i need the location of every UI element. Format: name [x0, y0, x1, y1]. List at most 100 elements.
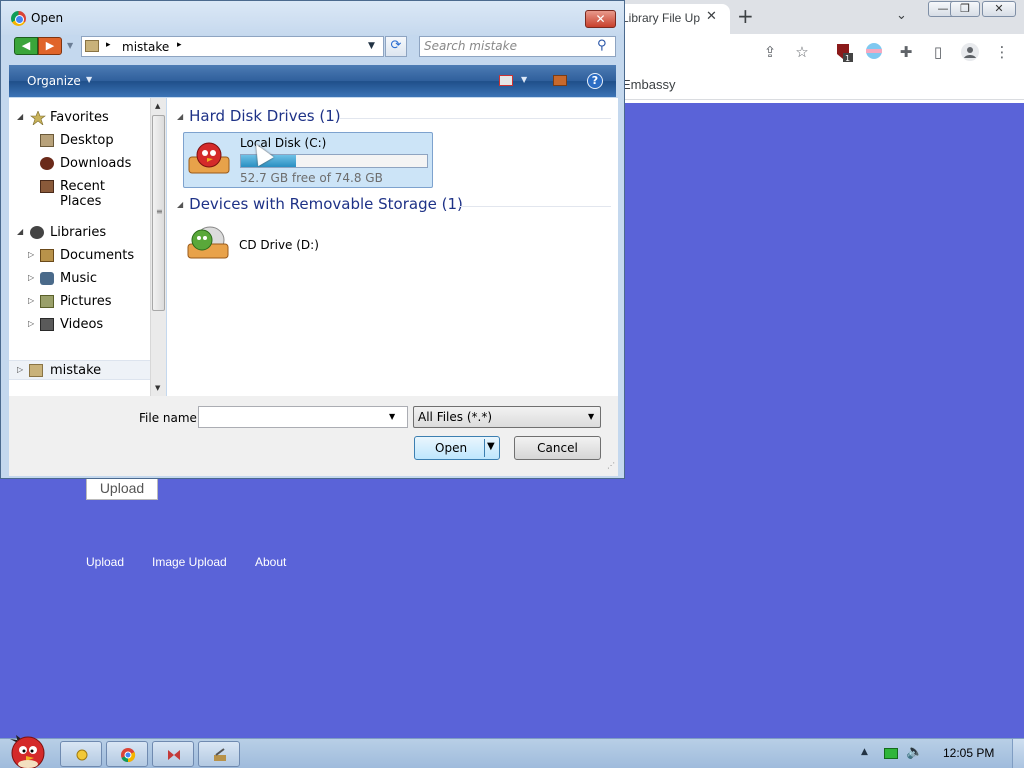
dialog-close-button[interactable]: ✕	[585, 10, 616, 28]
nav-item-videos[interactable]: ▷ Videos	[9, 315, 150, 335]
nav-link-image-upload[interactable]: Image Upload	[152, 555, 227, 569]
refresh-button[interactable]: ⟳	[385, 36, 407, 57]
expanded-icon[interactable]: ◢	[17, 227, 23, 236]
nav-link-upload[interactable]: Upload	[86, 555, 124, 569]
music-icon	[40, 272, 54, 285]
profile-icon[interactable]	[960, 42, 980, 62]
nav-item-mistake[interactable]: ▷ mistake	[9, 360, 150, 380]
back-button[interactable]: ◀	[14, 37, 38, 55]
bookmark-embassy[interactable]: Embassy	[622, 77, 675, 92]
preview-pane-icon[interactable]	[553, 75, 567, 86]
group-header-removable[interactable]: ◢ Devices with Removable Storage (1)	[177, 195, 463, 213]
page-upload-button[interactable]: Upload	[86, 476, 158, 500]
show-desktop-button[interactable]	[1012, 739, 1024, 768]
nav-item-music[interactable]: ▷ Music	[9, 269, 150, 289]
scroll-up-icon[interactable]: ▲	[155, 102, 160, 110]
collapsed-icon[interactable]: ▷	[28, 273, 34, 282]
browser-close-button[interactable]: ✕	[982, 1, 1016, 17]
organize-dropdown-icon[interactable]: ▼	[86, 75, 92, 84]
resize-grip-icon[interactable]: ⋰	[607, 461, 615, 470]
browser-tab[interactable]: Library File Up ✕	[612, 4, 730, 34]
file-type-select[interactable]: All Files (*.*) ▼	[413, 406, 601, 428]
file-name-input[interactable]: ▼	[198, 406, 408, 428]
collapsed-icon[interactable]: ▷	[28, 319, 34, 328]
nav-item-desktop[interactable]: Desktop	[9, 131, 150, 151]
file-list-pane: ◢ Hard Disk Drives (1) Local Disk (C:) 52…	[167, 98, 618, 396]
sidepanel-icon[interactable]: ▯	[928, 42, 948, 62]
forward-button[interactable]: ▶	[38, 37, 62, 55]
show-hidden-icons-icon[interactable]: ▲	[861, 747, 868, 757]
organize-button[interactable]: Organize	[27, 74, 81, 88]
address-dropdown-icon[interactable]: ▼	[368, 41, 375, 51]
tab-close-icon[interactable]: ✕	[706, 9, 717, 24]
collapsed-icon[interactable]: ▷	[17, 365, 23, 374]
breadcrumb-separator-icon[interactable]: ▸	[177, 40, 182, 50]
open-button[interactable]: Open ▼	[414, 436, 500, 460]
search-icon[interactable]: ⚲	[597, 38, 607, 53]
nav-label: Pictures	[60, 294, 112, 309]
nav-label: Documents	[60, 248, 135, 263]
file-type-value: All Files (*.*)	[418, 410, 493, 424]
recent-pages-dropdown-icon[interactable]: ▼	[67, 41, 73, 50]
nav-label: Music	[60, 271, 97, 286]
nav-label: Favorites	[50, 110, 109, 125]
puzzle-icon[interactable]: ✚	[896, 42, 916, 62]
nav-label: Desktop	[60, 133, 114, 148]
start-button-icon[interactable]	[4, 729, 50, 768]
breadcrumb-mistake[interactable]: mistake	[122, 40, 169, 54]
star-icon	[30, 110, 46, 126]
taskbar-explorer-button[interactable]	[60, 741, 102, 767]
network-icon[interactable]	[884, 748, 898, 759]
nav-item-pictures[interactable]: ▷ Pictures	[9, 292, 150, 312]
drive-local-disk-c[interactable]: Local Disk (C:) 52.7 GB free of 74.8 GB	[183, 132, 433, 188]
nav-item-recent-places[interactable]: Recent Places	[9, 177, 150, 209]
change-view-icon[interactable]	[499, 75, 513, 86]
nav-link-about[interactable]: About	[255, 555, 286, 569]
drive-cd-d[interactable]: CD Drive (D:)	[183, 220, 383, 268]
group-title: Hard Disk Drives (1)	[189, 107, 341, 125]
nav-item-downloads[interactable]: Downloads	[9, 154, 150, 174]
color-extension-icon[interactable]	[864, 42, 884, 62]
split-divider	[484, 439, 485, 457]
menu-icon[interactable]: ⋮	[992, 42, 1012, 62]
tab-search-button[interactable]: ⌄	[896, 8, 907, 23]
search-input[interactable]	[424, 39, 594, 53]
breadcrumb-separator-icon[interactable]: ▸	[106, 40, 111, 50]
pictures-icon	[40, 295, 54, 308]
view-dropdown-icon[interactable]: ▼	[521, 75, 527, 84]
cancel-button[interactable]: Cancel	[514, 436, 601, 460]
nav-item-favorites[interactable]: ◢ Favorites	[9, 108, 150, 128]
file-name-dropdown-icon[interactable]: ▼	[389, 412, 395, 421]
address-bar[interactable]: ▸ mistake ▸ ▼	[81, 36, 384, 57]
new-tab-button[interactable]: +	[737, 4, 754, 28]
taskbar-chrome-button[interactable]	[106, 741, 148, 767]
drive-label: CD Drive (D:)	[239, 238, 319, 252]
scroll-down-icon[interactable]: ▼	[155, 384, 160, 392]
navigation-pane: ◢ Favorites Desktop Downloads Recent Pla…	[9, 98, 150, 396]
collapsed-icon[interactable]: ▷	[28, 296, 34, 305]
share-icon[interactable]: ⇪	[760, 42, 780, 62]
taskbar-tool-button[interactable]	[198, 741, 240, 767]
nav-item-libraries[interactable]: ◢ Libraries	[9, 223, 150, 243]
clock[interactable]: 12:05 PM	[943, 746, 994, 760]
group-header-hard-disks[interactable]: ◢ Hard Disk Drives (1)	[177, 107, 341, 125]
volume-icon[interactable]: 🔈	[906, 744, 923, 760]
collapsed-icon[interactable]: ▷	[28, 250, 34, 259]
star-icon[interactable]: ☆	[792, 42, 812, 62]
taskbar-app-button[interactable]	[152, 741, 194, 767]
dialog-titlebar[interactable]: Open ✕	[1, 1, 624, 35]
sun-icon	[76, 749, 88, 761]
extension-badge-icon[interactable]: 1	[834, 42, 854, 63]
nav-item-documents[interactable]: ▷ Documents	[9, 246, 150, 266]
divider	[459, 206, 611, 207]
scrollbar-thumb[interactable]: ≡	[152, 115, 165, 311]
nav-label: Recent Places	[60, 179, 105, 209]
desktop-icon	[40, 134, 54, 147]
restore-button[interactable]: ❐	[950, 1, 980, 17]
documents-icon	[40, 249, 54, 262]
open-dropdown-icon[interactable]: ▼	[487, 441, 495, 452]
help-icon[interactable]: ?	[587, 73, 603, 89]
navigation-scrollbar[interactable]: ▲ ≡ ▼	[150, 98, 166, 396]
expanded-icon[interactable]: ◢	[17, 112, 23, 121]
search-box[interactable]: ⚲	[419, 36, 616, 57]
